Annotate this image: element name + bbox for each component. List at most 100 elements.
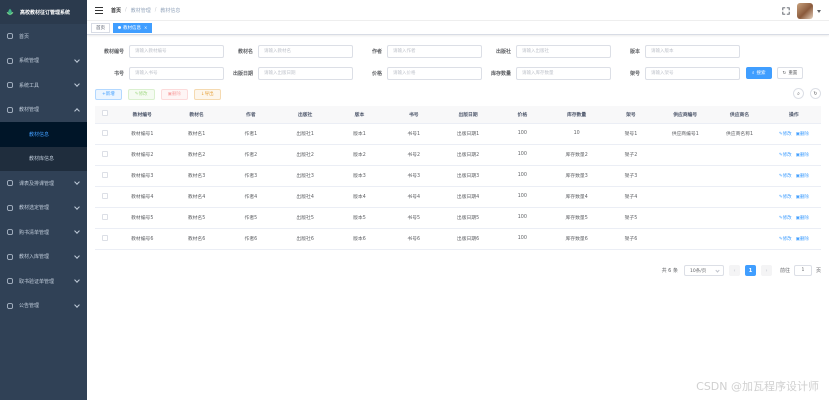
row-edit-link[interactable]: ✎修改 bbox=[779, 132, 792, 137]
add-button-label: 新增 bbox=[105, 92, 115, 97]
goto-page: 前往 1 页 bbox=[780, 265, 821, 276]
add-button[interactable]: + 新增 bbox=[95, 88, 122, 100]
page-size-select[interactable]: 10条/页 bbox=[683, 265, 724, 276]
submenu-item[interactable]: 教材库信息 bbox=[0, 147, 87, 172]
row-edit-label: 修改 bbox=[782, 194, 792, 200]
table-cell: 出版日期4 bbox=[440, 186, 496, 208]
submenu-item[interactable]: 教材信息 bbox=[0, 122, 87, 147]
reset-button[interactable]: ↻ 重置 bbox=[776, 67, 804, 79]
breadcrumb-level1: 教材管理 bbox=[130, 7, 151, 14]
row-delete-link[interactable]: ▣删除 bbox=[796, 216, 809, 221]
next-page-button[interactable]: › bbox=[760, 265, 772, 276]
table-cell: 架子6 bbox=[603, 228, 659, 250]
tag-home[interactable]: 首页 bbox=[91, 22, 110, 33]
search-input[interactable]: 请输入教材名 bbox=[258, 44, 353, 58]
refresh-button[interactable]: ↻ bbox=[810, 88, 821, 99]
search-input[interactable]: 请输入出版日期 bbox=[258, 66, 353, 80]
search-input[interactable]: 请输入作者 bbox=[387, 44, 482, 58]
close-icon[interactable]: × bbox=[144, 25, 147, 30]
table-cell bbox=[712, 165, 767, 187]
table-row[interactable]: 教材编号3 教材名3 作者3 出版社3 版本3 书号3 出版日期3 100 库存数量3 架子3 ✎修… bbox=[95, 165, 821, 187]
row-delete-link[interactable]: ▣删除 bbox=[796, 174, 809, 179]
breadcrumb-home[interactable]: 首页 bbox=[111, 7, 121, 14]
row-delete-link[interactable]: ▣删除 bbox=[796, 195, 809, 200]
chevron-down-icon bbox=[74, 203, 80, 210]
refresh-icon: ↻ bbox=[782, 70, 787, 76]
search-input[interactable]: 请输入库存数量 bbox=[516, 66, 611, 80]
form-label: 教材编号 bbox=[103, 48, 124, 55]
search-input[interactable]: 请输入价格 bbox=[387, 66, 482, 80]
column-header: 供应商名 bbox=[712, 106, 767, 124]
row-delete-link[interactable]: ▣删除 bbox=[796, 237, 809, 242]
sidebar-item[interactable]: 教材入库管理 bbox=[0, 245, 87, 270]
search-input[interactable]: 请输入版本 bbox=[645, 44, 740, 58]
table-row[interactable]: 教材编号6 教材名6 作者6 出版社6 版本6 书号6 出版日期6 100 库存数量6 架子6 ✎修… bbox=[95, 228, 821, 250]
table-cell: 100 bbox=[495, 228, 550, 250]
table-cell: 书号2 bbox=[386, 144, 441, 166]
column-header: 版本 bbox=[332, 106, 387, 124]
sidebar-item[interactable]: 取书验证单管理 bbox=[0, 269, 87, 294]
column-header: 库存数量 bbox=[549, 106, 604, 124]
row-edit-link[interactable]: ✎修改 bbox=[779, 237, 792, 242]
row-edit-link[interactable]: ✎修改 bbox=[779, 216, 792, 221]
table-row[interactable]: 教材编号4 教材名4 作者4 出版社4 版本4 书号4 出版日期4 100 库存数量4 架子4 ✎修… bbox=[95, 186, 821, 208]
search-button[interactable]: ⌕ 搜索 bbox=[746, 67, 772, 79]
page-number-current[interactable]: 1 bbox=[744, 265, 756, 276]
sidebar-item[interactable]: 购书清单管理 bbox=[0, 220, 87, 245]
form-item: 作者 请输入作者 bbox=[353, 44, 482, 58]
row-checkbox[interactable] bbox=[102, 192, 109, 199]
sidebar-item[interactable]: 系统工具 bbox=[0, 73, 87, 98]
row-checkbox[interactable] bbox=[102, 171, 109, 178]
search-input[interactable]: 请输入架号 bbox=[645, 66, 740, 80]
row-delete-label: 删除 bbox=[799, 173, 809, 179]
verify-icon bbox=[7, 278, 13, 285]
goto-suffix: 页 bbox=[815, 268, 821, 274]
row-delete-link[interactable]: ▣删除 bbox=[796, 132, 809, 137]
tag-active[interactable]: 教材信息 × bbox=[113, 22, 153, 33]
row-delete-link[interactable]: ▣删除 bbox=[796, 153, 809, 158]
sidebar-item-label: 课表及排课管理 bbox=[19, 180, 55, 187]
row-checkbox[interactable] bbox=[102, 129, 109, 136]
table-row[interactable]: 教材编号1 教材名1 作者1 出版社1 版本1 书号1 出版日期1 100 10 架号1 供应商编号… bbox=[95, 123, 821, 145]
row-select-cell bbox=[95, 165, 116, 187]
table-cell: 作者6 bbox=[223, 228, 278, 250]
select-all-checkbox[interactable] bbox=[102, 110, 109, 117]
sidebar-item[interactable]: 课表及排课管理 bbox=[0, 171, 87, 196]
search-input[interactable]: 请输入书号 bbox=[129, 66, 224, 80]
row-checkbox[interactable] bbox=[102, 213, 109, 220]
hamburger-icon[interactable] bbox=[95, 6, 103, 14]
table-cell: 100 bbox=[495, 165, 550, 187]
row-edit-link[interactable]: ✎修改 bbox=[779, 195, 792, 200]
sidebar-item[interactable]: 教材选定管理 bbox=[0, 196, 87, 221]
row-edit-link[interactable]: ✎修改 bbox=[779, 174, 792, 179]
table-cell: 架子2 bbox=[603, 144, 659, 166]
form-item: 价格 请输入价格 bbox=[353, 66, 482, 80]
sidebar-item[interactable]: 首页 bbox=[0, 24, 87, 49]
fullscreen-icon[interactable] bbox=[782, 7, 790, 15]
toggle-search-button[interactable]: ⌕ bbox=[793, 88, 804, 99]
search-icon: ⌕ bbox=[797, 90, 800, 97]
caret-down-icon[interactable] bbox=[817, 9, 821, 13]
row-checkbox[interactable] bbox=[102, 150, 109, 157]
row-edit-link[interactable]: ✎修改 bbox=[779, 153, 792, 158]
sidebar-item[interactable]: 公告管理 bbox=[0, 294, 87, 319]
export-button[interactable]: ↓ 导出 bbox=[193, 88, 221, 100]
prev-page-button[interactable]: ‹ bbox=[728, 265, 740, 276]
sidebar-item[interactable]: 教材管理 bbox=[0, 98, 87, 123]
delete-button[interactable]: ▣ 删除 bbox=[160, 88, 188, 100]
edit-button[interactable]: ✎ 修改 bbox=[127, 88, 155, 100]
search-input[interactable]: 请输入教材编号 bbox=[129, 44, 224, 58]
form-label: 架号 bbox=[629, 70, 640, 77]
row-select-cell bbox=[95, 207, 116, 229]
search-input[interactable]: 请输入出版社 bbox=[516, 44, 611, 58]
table-row[interactable]: 教材编号2 教材名2 作者2 出版社2 版本2 书号2 出版日期2 100 库存数量2 架子2 ✎修… bbox=[95, 144, 821, 166]
table-row[interactable]: 教材编号5 教材名5 作者5 出版社5 版本5 书号5 出版日期5 100 库存数量5 架子5 ✎修… bbox=[95, 207, 821, 229]
avatar[interactable] bbox=[797, 3, 813, 19]
row-checkbox[interactable] bbox=[102, 234, 109, 241]
sidebar-item[interactable]: 系统管理 bbox=[0, 49, 87, 74]
chevron-right-icon: › bbox=[765, 267, 768, 274]
row-delete-label: 删除 bbox=[799, 215, 809, 221]
actions-cell: ✎修改 ▣删除 bbox=[766, 165, 821, 187]
app-logo[interactable]: 高校教材征订管理系统 bbox=[0, 0, 87, 24]
goto-page-input[interactable]: 1 bbox=[793, 265, 812, 276]
